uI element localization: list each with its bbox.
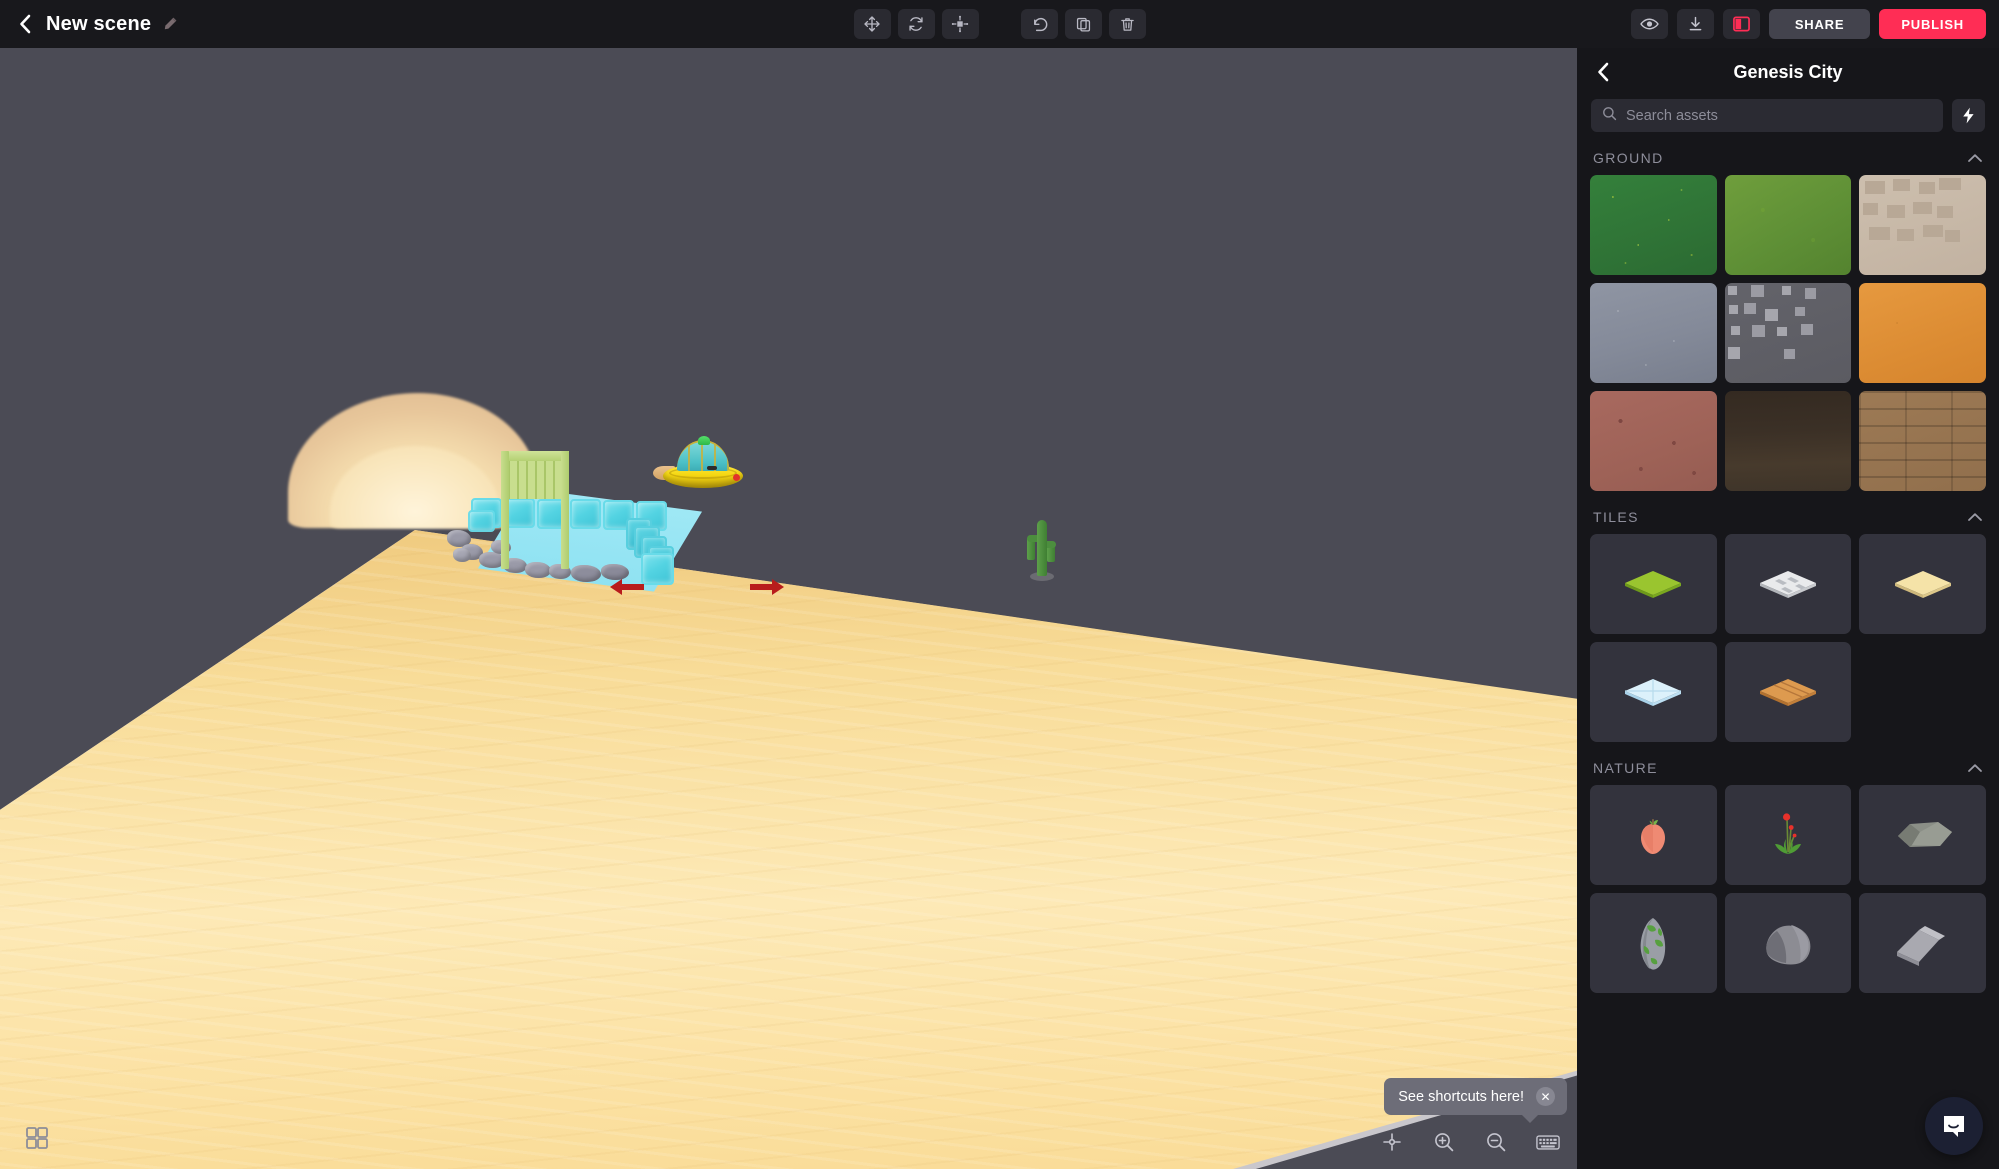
asset-search-row (1577, 96, 1999, 132)
tile-sand-icon (1894, 571, 1951, 598)
chevron-up-icon[interactable] (1967, 153, 1983, 163)
zoom-in-button[interactable] (1431, 1129, 1457, 1155)
slab-prop-icon (1896, 926, 1945, 966)
gizmo-arrow-left[interactable] (610, 577, 646, 602)
search-icon (1602, 106, 1617, 126)
panel-title: Genesis City (1733, 61, 1843, 82)
asset-ground-stone[interactable] (1590, 283, 1717, 383)
recenter-camera-button[interactable] (1379, 1129, 1405, 1155)
nature-grid (1577, 785, 1999, 993)
move-tool-button[interactable] (853, 9, 891, 39)
section-title-tiles: TILES (1593, 509, 1639, 525)
scene-title: New scene (46, 12, 152, 35)
chevron-up-icon[interactable] (1967, 763, 1983, 773)
asset-tile-stone[interactable] (1724, 534, 1852, 634)
duplicate-button[interactable] (1064, 9, 1102, 39)
chat-widget-button[interactable] (1925, 1097, 1983, 1155)
rotate-tool-button[interactable] (897, 9, 935, 39)
preview-button[interactable] (1630, 9, 1668, 39)
asset-tile-sand[interactable] (1859, 534, 1986, 634)
apple-prop-icon (1641, 819, 1666, 854)
search-box[interactable] (1591, 99, 1943, 132)
ground-texture-grid (1577, 175, 1999, 491)
asset-nature-apple[interactable] (1590, 785, 1717, 885)
scene-viewport[interactable]: See shortcuts here! ✕ (0, 48, 1577, 1169)
asset-ground-dirt[interactable] (1724, 391, 1852, 491)
section-header-nature[interactable]: NATURE (1577, 742, 1999, 785)
asset-panel-header: Genesis City (1577, 48, 1999, 96)
section-title-ground: GROUND (1593, 150, 1664, 166)
tile-ice-icon (1625, 679, 1682, 706)
undo-button[interactable] (1020, 9, 1058, 39)
topbar-left-group: New scene (0, 11, 179, 37)
rock-prop-icon (1897, 822, 1952, 847)
ufo-red-light (733, 474, 740, 481)
ufo-object[interactable] (653, 436, 743, 492)
shortcuts-tooltip: See shortcuts here! ✕ (1384, 1078, 1567, 1123)
grid-toggle-button[interactable] (22, 1123, 52, 1153)
asset-list[interactable]: GROUND TILES NATURE (1577, 132, 1999, 1169)
section-header-tiles[interactable]: TILES (1577, 491, 1999, 534)
scale-tool-button[interactable] (941, 9, 979, 39)
asset-panel: Genesis City GROUND (1577, 48, 1999, 1169)
asset-nature-red-flower[interactable] (1724, 785, 1852, 885)
ufo-top-light (698, 436, 710, 445)
tiles-grid (1577, 534, 1999, 742)
boulder-prop-icon (1766, 925, 1811, 965)
asset-ground-brick[interactable] (1859, 391, 1986, 491)
close-icon[interactable]: ✕ (1536, 1087, 1555, 1106)
asset-tile-grass[interactable] (1590, 534, 1717, 634)
shortcuts-tooltip-text: See shortcuts here! (1398, 1088, 1524, 1105)
asset-ground-cobblestone[interactable] (1724, 283, 1852, 383)
section-header-ground[interactable]: GROUND (1577, 132, 1999, 175)
asset-tile-ice[interactable] (1590, 642, 1717, 742)
delete-button[interactable] (1108, 9, 1146, 39)
tile-grass-icon (1625, 571, 1682, 598)
back-button[interactable] (14, 11, 36, 37)
asset-nature-flat-rock[interactable] (1859, 785, 1986, 885)
toggle-panel-button[interactable] (1722, 9, 1760, 39)
asset-tile-wood[interactable] (1724, 642, 1852, 742)
asset-ground-sand[interactable] (1859, 283, 1986, 383)
section-title-nature: NATURE (1593, 760, 1658, 776)
asset-ground-sandstone[interactable] (1859, 175, 1986, 275)
asset-nature-boulder[interactable] (1724, 893, 1852, 993)
tile-wood-icon (1759, 679, 1816, 706)
lightning-bolt-icon[interactable] (1952, 99, 1985, 132)
asset-ground-grass-dark[interactable] (1590, 175, 1717, 275)
pencil-icon[interactable] (161, 15, 179, 33)
publish-button[interactable]: PUBLISH (1879, 9, 1986, 39)
panel-back-button[interactable] (1591, 59, 1615, 85)
download-button[interactable] (1676, 9, 1714, 39)
top-toolbar: New scene SHARE PUBLISH (0, 0, 1999, 48)
transform-toolbar (853, 0, 1146, 48)
zoom-out-button[interactable] (1483, 1129, 1509, 1155)
viewport-controls (1379, 1129, 1561, 1155)
topbar-right-group: SHARE PUBLISH (1630, 0, 1986, 48)
tiles-grid-empty-slot (1859, 642, 1986, 742)
asset-nature-moss-rock[interactable] (1590, 893, 1717, 993)
ufo-port (707, 466, 717, 470)
asset-ground-grass-light[interactable] (1724, 175, 1852, 275)
keyboard-shortcuts-button[interactable] (1535, 1129, 1561, 1155)
asset-nature-stone-slab[interactable] (1859, 893, 1986, 993)
search-input[interactable] (1626, 107, 1932, 124)
share-button[interactable]: SHARE (1768, 9, 1871, 39)
gizmo-arrow-right[interactable] (748, 577, 784, 602)
flower-prop-icon (1774, 813, 1801, 854)
tile-stone-icon (1759, 571, 1816, 598)
mossrock-prop-icon (1640, 918, 1666, 970)
cactus-object[interactable] (1020, 518, 1062, 581)
chat-bubble-icon (1944, 1116, 1964, 1137)
chevron-up-icon[interactable] (1967, 512, 1983, 522)
asset-ground-red-clay[interactable] (1590, 391, 1717, 491)
